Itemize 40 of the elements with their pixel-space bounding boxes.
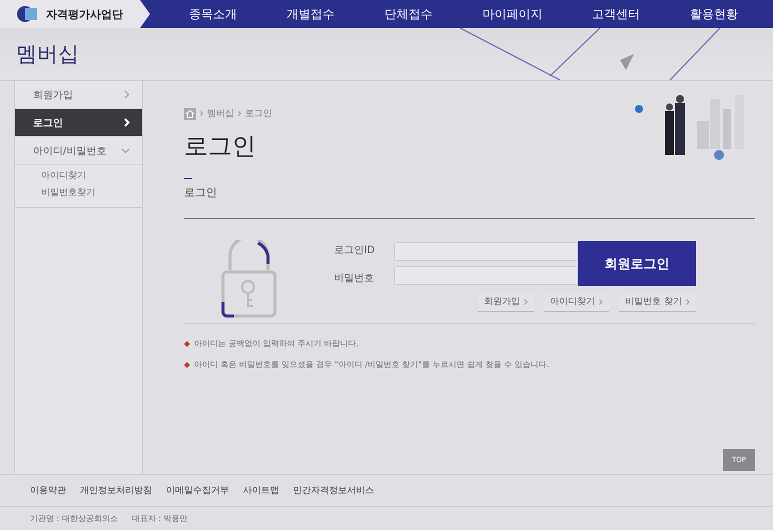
diamond-bullet-icon — [184, 362, 190, 368]
nav-menu-item[interactable]: 마이페이지 — [482, 6, 542, 22]
login-id-label: 로그인ID — [334, 244, 376, 256]
footer-link[interactable]: 민간자격정보서비스 — [293, 484, 374, 497]
footer-info-text: 기관명 : 대한상공회의소 — [30, 513, 118, 524]
chevron-right-icon — [686, 298, 690, 304]
chevron-right-icon — [124, 90, 130, 99]
footer-link[interactable]: 개인정보처리방침 — [80, 484, 152, 497]
footer-link[interactable]: 사이트맵 — [243, 484, 279, 497]
footer-link[interactable]: 이메일수집거부 — [166, 484, 229, 497]
nav-menu-item[interactable]: 단체접수 — [384, 6, 433, 22]
password-label: 비밀번호 — [334, 272, 375, 284]
chevron-right-icon — [200, 111, 203, 116]
nav-menu-item[interactable]: 종목소개 — [188, 6, 237, 22]
footer-link[interactable]: 이용약관 — [30, 484, 66, 497]
chevron-right-icon — [524, 298, 528, 304]
password-field[interactable] — [394, 266, 578, 285]
chevron-right-icon — [238, 111, 241, 116]
sidebar-item[interactable]: 로그인 — [15, 109, 142, 137]
sidebar-subitem[interactable]: 아이디찾기 — [41, 169, 142, 182]
padlock-icon — [220, 240, 278, 318]
nav-menu-item[interactable]: 고객센터 — [592, 6, 640, 22]
member-login-button[interactable]: 회원로그인 — [578, 241, 696, 286]
banner-title: 멤버십 — [16, 41, 79, 68]
sidebar-item[interactable]: 아이디/비밀번호 — [15, 137, 142, 165]
login-id-field[interactable] — [394, 242, 578, 261]
sidebar-subitem[interactable]: 비밀번호찾기 — [41, 186, 142, 199]
chevron-right-icon — [124, 118, 130, 127]
section-title: 로그인 — [184, 185, 218, 200]
notice-text: 아이디는 공백없이 입력하여 주시기 바랍니다. — [194, 338, 359, 349]
nav-menu-item[interactable]: 개별접수 — [286, 6, 335, 22]
notice-text: 아이디 혹은 비밀번호를 잊으셨을 경우 "아이디 /비밀번호 찾기"를 누르시면 쉽게 찾을 수 있습니다. — [194, 359, 550, 370]
home-icon[interactable] — [184, 108, 196, 120]
nav-menu-item[interactable]: 활용현황 — [690, 6, 738, 22]
page-title: 로그인 — [184, 131, 257, 162]
footer-info-text: 대표자 : 박용만 — [132, 513, 188, 524]
diamond-bullet-icon — [184, 340, 190, 346]
logo-text: 자격평가사업단 — [46, 6, 123, 22]
chevron-right-icon — [599, 298, 604, 304]
chevron-down-icon — [121, 148, 130, 154]
